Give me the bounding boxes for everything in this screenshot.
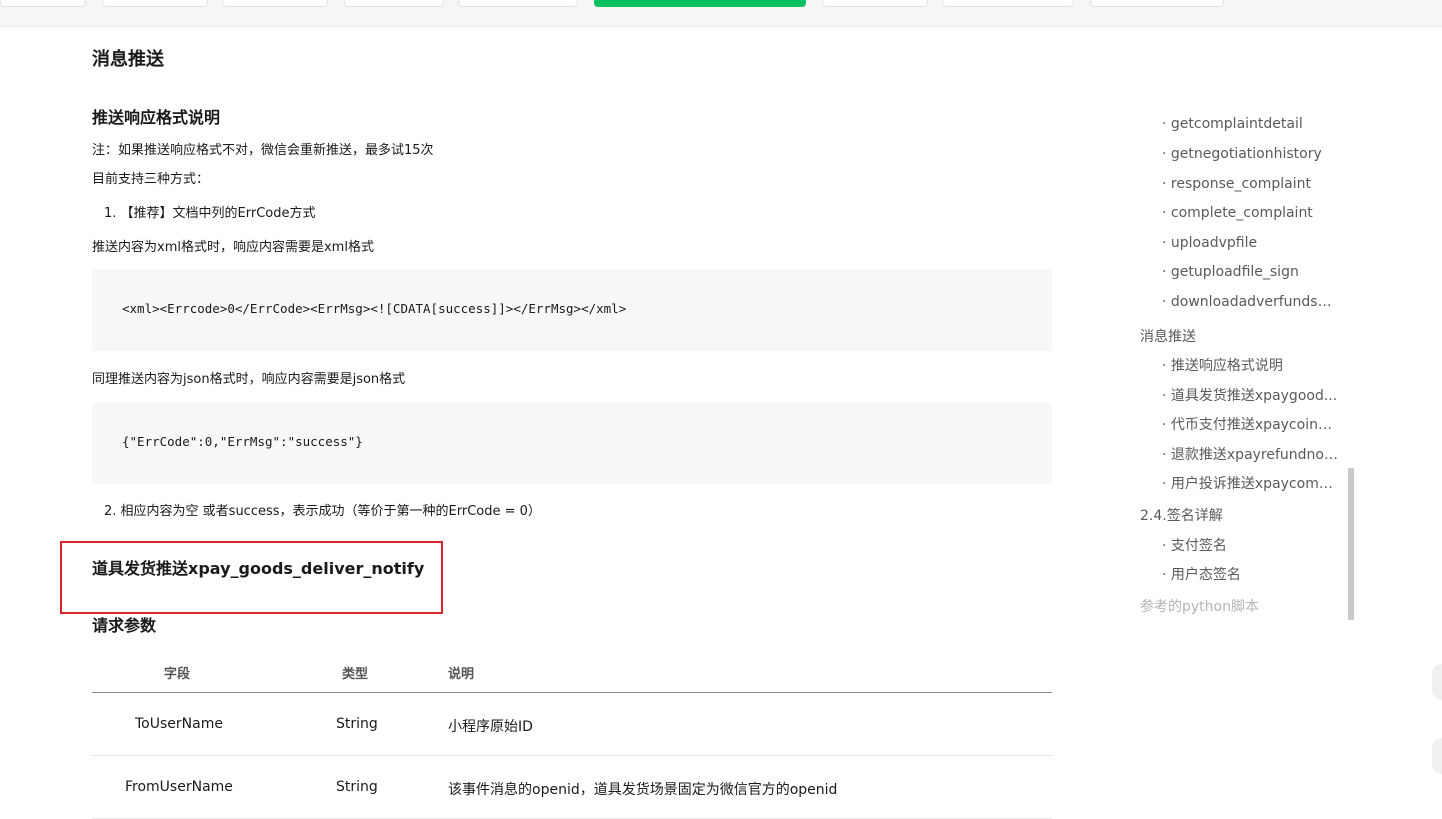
column-header-field: 字段: [164, 667, 191, 682]
toc-item-coin-pay[interactable]: · 代币支付推送xpaycoinp...: [1162, 414, 1338, 434]
top-tab-active[interactable]: [594, 0, 806, 7]
toc-item-complete-complaint[interactable]: · complete_complaint: [1162, 205, 1338, 221]
top-tab[interactable]: [222, 0, 328, 7]
toc-item-goods-deliver[interactable]: · 道具发货推送xpaygood...: [1162, 385, 1338, 405]
toc-item-refund[interactable]: · 退款推送xpayrefundnot...: [1162, 444, 1338, 464]
cell-field: FromUserName: [125, 779, 233, 795]
toc-item-message-push[interactable]: 消息推送: [1140, 326, 1338, 346]
toc-item-getuploadfile-sign[interactable]: · getuploadfile_sign: [1162, 264, 1338, 280]
toc-item-uploadvpfile[interactable]: · uploadvpfile: [1162, 235, 1338, 251]
toc-item-signature[interactable]: 2.4.签名详解: [1140, 505, 1338, 525]
table-row: FromUserName String 该事件消息的openid，道具发货场景固…: [92, 756, 1052, 819]
toc-item-response-format[interactable]: · 推送响应格式说明: [1162, 355, 1338, 375]
list-item-empty-success: 2. 相应内容为空 或者success，表示成功（等价于第一种的ErrCode …: [104, 504, 541, 519]
table-header: 字段 类型 说明: [92, 650, 1052, 693]
top-tab[interactable]: [1090, 0, 1224, 7]
toc-item-pay-sign[interactable]: · 支付签名: [1162, 535, 1338, 555]
supported-methods: 目前支持三种方式：: [92, 172, 210, 187]
toc-item-getcomplaintdetail[interactable]: · getcomplaintdetail: [1162, 116, 1338, 132]
cell-type: String: [336, 716, 378, 732]
toc-scrollbar[interactable]: [1348, 468, 1354, 620]
xml-code: <xml><Errcode>0</ErrCode><ErrMsg><![CDAT…: [122, 301, 627, 316]
json-code-block: {"ErrCode":0,"ErrMsg":"success"}: [92, 402, 1052, 484]
json-code: {"ErrCode":0,"ErrMsg":"success"}: [122, 434, 363, 449]
column-header-desc: 说明: [448, 667, 475, 682]
toc-item-python-script[interactable]: 参考的python脚本: [1140, 596, 1338, 616]
cell-desc: 该事件消息的openid，道具发货场景固定为微信官方的openid: [448, 782, 838, 798]
top-tab[interactable]: [458, 0, 578, 7]
xml-description: 推送内容为xml格式时，响应内容需要是xml格式: [92, 240, 374, 255]
subsection-title: 推送响应格式说明: [92, 108, 221, 127]
toc-item-getnegotiationhistory[interactable]: · getnegotiationhistory: [1162, 146, 1338, 162]
top-tab[interactable]: [822, 0, 928, 7]
top-tab[interactable]: [942, 0, 1074, 7]
list-item-errcode: 1. 【推荐】文档中列的ErrCode方式: [104, 206, 316, 221]
xml-code-block: <xml><Errcode>0</ErrCode><ErrMsg><![CDAT…: [92, 269, 1052, 351]
top-tab[interactable]: [102, 0, 208, 7]
toc-item-response-complaint[interactable]: · response_complaint: [1162, 176, 1338, 192]
edge-float-button[interactable]: [1432, 664, 1442, 700]
toc-item-downloadadverfundsor[interactable]: · downloadadverfundsor...: [1162, 294, 1338, 310]
toc-item-user-sign[interactable]: · 用户态签名: [1162, 564, 1338, 584]
top-tab-strip: [0, 0, 1442, 27]
toc-item-complaint[interactable]: · 用户投诉推送xpaycomp...: [1162, 473, 1338, 493]
json-description: 同理推送内容为json格式时，响应内容需要是json格式: [92, 372, 406, 387]
cell-desc: 小程序原始ID: [448, 719, 533, 735]
edge-float-button[interactable]: [1432, 738, 1442, 774]
cell-type: String: [336, 779, 378, 795]
section-title: 消息推送: [92, 49, 164, 70]
column-header-type: 类型: [342, 667, 369, 682]
table-row: ToUserName String 小程序原始ID: [92, 693, 1052, 756]
top-tab[interactable]: [0, 0, 86, 7]
request-params-title: 请求参数: [92, 616, 157, 635]
retry-note: 注：如果推送响应格式不对，微信会重新推送，最多试15次: [92, 143, 434, 158]
top-tab[interactable]: [344, 0, 444, 7]
highlight-box: [60, 541, 443, 614]
cell-field: ToUserName: [135, 716, 223, 732]
